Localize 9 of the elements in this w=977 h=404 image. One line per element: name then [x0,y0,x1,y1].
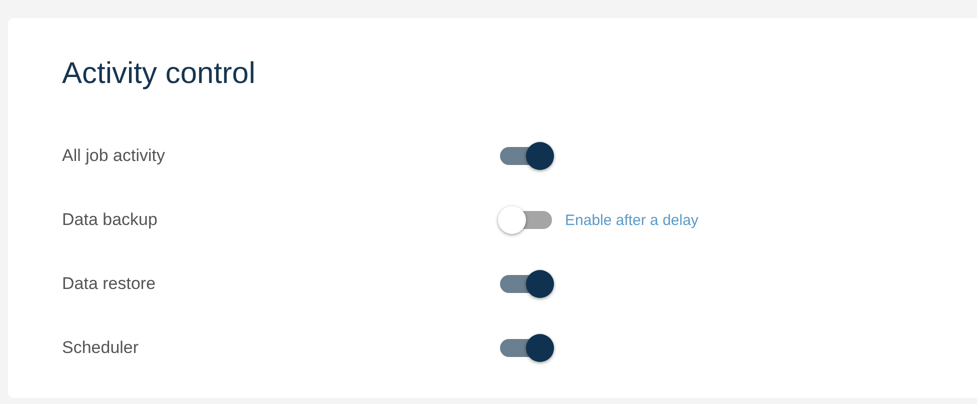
toggle-switch[interactable] [498,333,556,363]
setting-label: All job activity [62,146,166,166]
setting-label: Scheduler [62,338,140,358]
toggle-switch[interactable] [498,269,556,299]
section-title: Activity control [62,56,256,92]
setting-label: Data restore [62,274,157,294]
setting-label: Data backup [62,210,158,230]
toggle-switch[interactable] [498,141,556,171]
delay-link[interactable]: Enable after a delay [565,212,698,228]
